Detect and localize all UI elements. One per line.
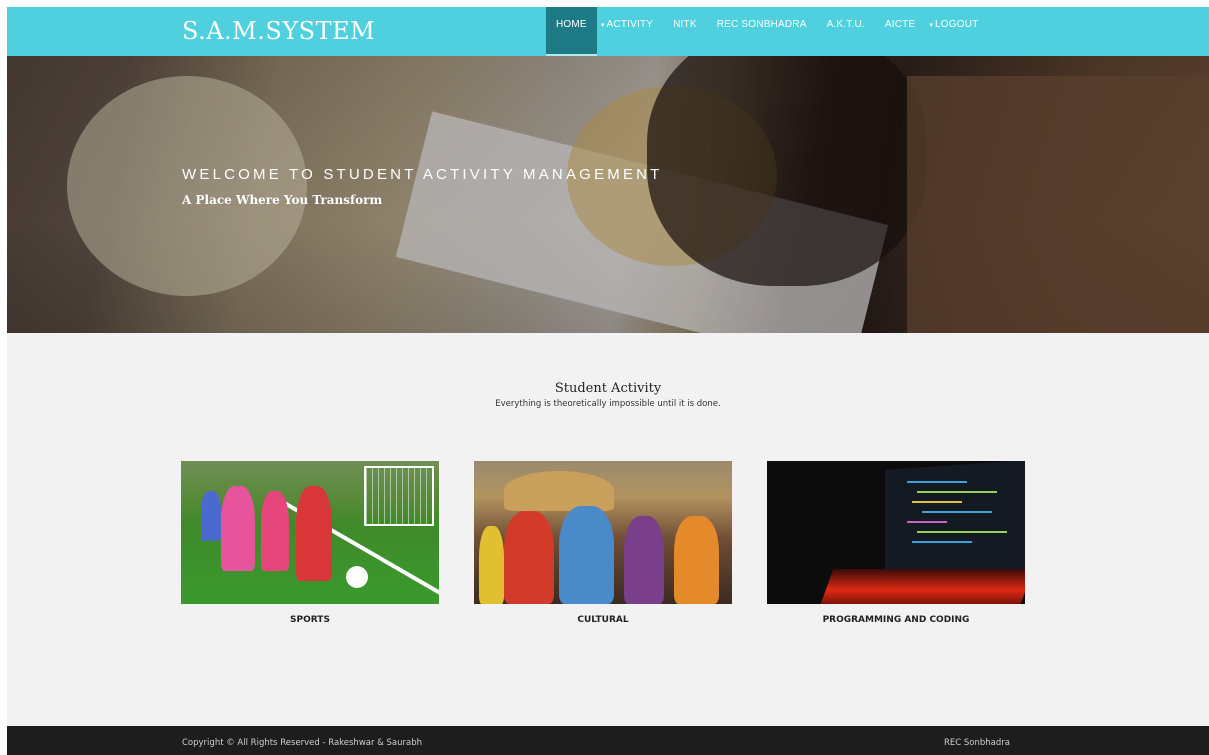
- cultural-image[interactable]: [474, 461, 732, 604]
- site-logo[interactable]: S.A.M.SYSTEM: [182, 17, 375, 45]
- card-label[interactable]: CULTURAL: [474, 615, 732, 625]
- nav-rec-sonbhadra[interactable]: REC SONBHADRA: [707, 7, 817, 42]
- code-line-shape: [907, 521, 947, 523]
- card-label[interactable]: PROGRAMMING AND CODING: [767, 615, 1025, 625]
- hero-banner: WELCOME TO STUDENT ACTIVITY MANAGEMENT A…: [7, 56, 1209, 333]
- card-label[interactable]: SPORTS: [181, 615, 439, 625]
- performer-shape: [479, 526, 504, 604]
- code-line-shape: [917, 531, 1007, 533]
- activity-card-programming[interactable]: PROGRAMMING AND CODING: [767, 461, 1025, 625]
- section-title: Student Activity: [554, 381, 662, 396]
- page: S.A.M.SYSTEM HOME ▾ ACTIVITY NITK REC SO…: [7, 7, 1209, 755]
- hut-shape: [504, 471, 614, 511]
- nav-aicte-label: AICTE: [884, 19, 916, 30]
- performer-shape: [674, 516, 719, 604]
- nav-nitk-label: NITK: [673, 19, 697, 30]
- goal-net-shape: [364, 466, 434, 526]
- code-line-shape: [917, 491, 997, 493]
- nav-aktu-label: A.K.T.U.: [826, 19, 865, 30]
- nav-home-label: HOME: [556, 19, 587, 30]
- caret-down-icon: ▾: [600, 21, 605, 29]
- nav-nitk[interactable]: NITK: [663, 7, 707, 42]
- keyboard-shape: [820, 569, 1025, 604]
- nav-logout[interactable]: ▾ LOGOUT: [925, 7, 988, 42]
- performer-shape: [504, 511, 554, 604]
- footer-copyright: Copyright © All Rights Reserved - Rakesh…: [182, 738, 422, 748]
- nav-activity[interactable]: ▾ ACTIVITY: [597, 7, 663, 42]
- code-line-shape: [912, 541, 972, 543]
- footer-location: REC Sonbhadra: [944, 738, 1010, 748]
- laptop-screen-shape: [885, 461, 1025, 580]
- nav-activity-label: ACTIVITY: [606, 19, 654, 30]
- main-nav: HOME ▾ ACTIVITY NITK REC SONBHADRA A.K.T…: [546, 7, 988, 56]
- child-shape: [261, 491, 289, 571]
- activity-card-cultural[interactable]: CULTURAL: [474, 461, 732, 625]
- nav-aktu[interactable]: A.K.T.U.: [817, 7, 875, 42]
- nav-home[interactable]: HOME: [546, 7, 597, 56]
- section-tagline: Everything is theoretically impossible u…: [495, 399, 721, 409]
- hero-title: WELCOME TO STUDENT ACTIVITY MANAGEMENT: [182, 166, 663, 183]
- nav-logout-label: LOGOUT: [935, 19, 979, 30]
- performer-shape: [624, 516, 664, 604]
- performer-shape: [559, 506, 614, 604]
- code-line-shape: [912, 501, 962, 503]
- nav-rec-sonbhadra-label: REC SONBHADRA: [716, 19, 807, 30]
- child-shape: [201, 491, 221, 541]
- sports-image[interactable]: [181, 461, 439, 604]
- ball-shape: [346, 566, 368, 588]
- child-shape: [296, 486, 332, 581]
- caret-down-icon: ▾: [929, 21, 934, 29]
- site-footer: Copyright © All Rights Reserved - Rakesh…: [7, 726, 1209, 755]
- hero-subtitle: A Place Where You Transform: [182, 193, 383, 207]
- activity-card-sports[interactable]: SPORTS: [181, 461, 439, 625]
- child-shape: [221, 486, 255, 571]
- nav-aicte[interactable]: AICTE: [875, 7, 925, 42]
- code-line-shape: [922, 511, 992, 513]
- site-header: S.A.M.SYSTEM HOME ▾ ACTIVITY NITK REC SO…: [7, 7, 1209, 56]
- code-line-shape: [907, 481, 967, 483]
- coding-image[interactable]: [767, 461, 1025, 604]
